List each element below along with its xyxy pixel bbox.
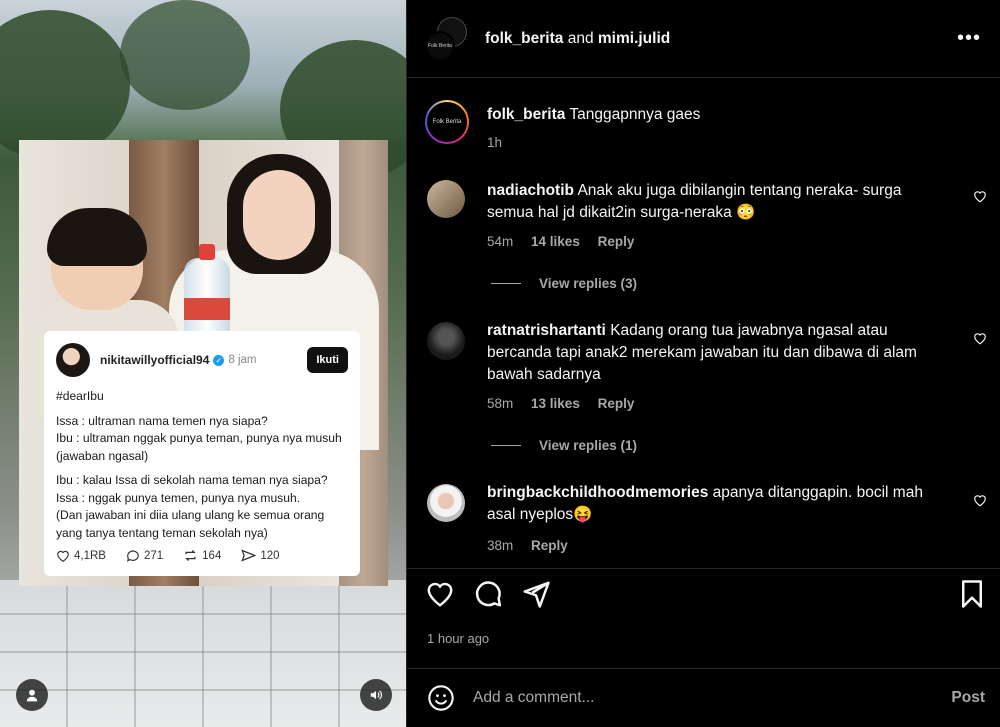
more-horizontal-icon: ••• bbox=[956, 27, 981, 49]
comment-time: 58m bbox=[487, 396, 514, 411]
post-media[interactable]: nikitawillyofficial94 ✓ 8 jam Ikuti #dea… bbox=[0, 0, 406, 727]
author-link[interactable]: folk_berita bbox=[485, 30, 563, 47]
comment-like-icon[interactable] bbox=[973, 332, 987, 345]
avatar[interactable]: Folk Berita bbox=[425, 30, 455, 61]
post-actions: 1 hour ago bbox=[407, 568, 1000, 668]
tweet-paragraph: Ibu : kalau Issa di sekolah nama teman n… bbox=[56, 473, 328, 540]
avatar[interactable]: Folk Berita bbox=[425, 100, 469, 144]
comment-list: Folk Berita folk_berita Tanggapnnya gaes… bbox=[407, 78, 1000, 568]
follow-button: Ikuti bbox=[307, 347, 348, 373]
comment-username[interactable]: ratnatrishartanti bbox=[487, 322, 606, 339]
post-timestamp[interactable]: 1 hour ago bbox=[427, 631, 489, 646]
comment-time: 38m bbox=[487, 538, 514, 553]
comment-likes[interactable]: 14 likes bbox=[531, 234, 580, 249]
post-button[interactable]: Post bbox=[951, 689, 985, 707]
post-side-panel: Folk Berita folk_berita and mimi.julid •… bbox=[406, 0, 1000, 727]
view-replies-button[interactable]: View replies (1) bbox=[491, 438, 637, 453]
heart-icon bbox=[57, 550, 69, 562]
post-authors: folk_berita and mimi.julid bbox=[485, 29, 671, 47]
share-icon bbox=[241, 549, 257, 562]
repost-icon bbox=[185, 550, 196, 561]
caption-text: Tanggapnnya gaes bbox=[569, 106, 701, 123]
tweet-paragraph: Issa : ultraman nama temen nya siapa? Ib… bbox=[56, 413, 342, 463]
avatar[interactable] bbox=[427, 322, 465, 360]
volume-button[interactable] bbox=[360, 679, 392, 711]
comment-like-icon[interactable] bbox=[973, 190, 987, 203]
paper-plane-icon[interactable] bbox=[521, 579, 551, 609]
comment-time: 54m bbox=[487, 234, 514, 249]
comment-like-icon[interactable] bbox=[973, 494, 987, 507]
comment-input[interactable] bbox=[473, 689, 952, 707]
post-header: Folk Berita folk_berita and mimi.julid •… bbox=[407, 0, 1000, 78]
tweet-reply-count: 271 bbox=[143, 549, 164, 562]
caption-time: 1h bbox=[487, 135, 503, 150]
bookmark-icon[interactable] bbox=[957, 579, 987, 609]
reply-button[interactable]: Reply bbox=[531, 538, 568, 553]
tweet-share-count: 120 bbox=[260, 549, 280, 562]
avatar[interactable] bbox=[427, 180, 465, 218]
comment-icon bbox=[126, 550, 139, 562]
user-tag-button[interactable] bbox=[16, 679, 48, 711]
tweet-like-count: 4,1RB bbox=[74, 549, 106, 562]
comment-likes[interactable]: 13 likes bbox=[531, 396, 580, 411]
comment-username[interactable]: folk_berita bbox=[487, 106, 565, 123]
comment-username[interactable]: bringbackchildhoodmemories bbox=[487, 484, 708, 501]
avatar[interactable] bbox=[427, 484, 465, 522]
author-link[interactable]: mimi.julid bbox=[598, 30, 670, 47]
collab-avatars[interactable]: Folk Berita bbox=[425, 16, 469, 61]
comment-username[interactable]: nadiachotib bbox=[487, 182, 574, 199]
reply-button[interactable]: Reply bbox=[598, 396, 635, 411]
background-tree bbox=[120, 0, 250, 110]
heart-icon[interactable] bbox=[425, 579, 455, 609]
tiled-floor bbox=[0, 580, 406, 727]
reply-button[interactable]: Reply bbox=[598, 234, 635, 249]
view-replies-button[interactable]: View replies (3) bbox=[491, 276, 637, 291]
user-tag-icon bbox=[26, 689, 38, 702]
tweet-hashtag: #dearIbu bbox=[56, 389, 104, 403]
verified-icon: ✓ bbox=[213, 354, 225, 366]
volume-icon bbox=[370, 690, 382, 700]
smiley-icon[interactable] bbox=[427, 684, 455, 712]
comment-composer: Post bbox=[407, 668, 1000, 727]
tweet-repost-count: 164 bbox=[202, 549, 222, 562]
tweet-avatar bbox=[56, 343, 90, 377]
tweet-card: nikitawillyofficial94 ✓ 8 jam Ikuti #dea… bbox=[44, 331, 360, 576]
tweet-username: nikitawillyofficial94 bbox=[100, 353, 210, 367]
comment-icon[interactable] bbox=[473, 579, 503, 609]
more-options-button[interactable]: ••• bbox=[957, 28, 981, 48]
tweet-time: 8 jam bbox=[228, 354, 257, 366]
